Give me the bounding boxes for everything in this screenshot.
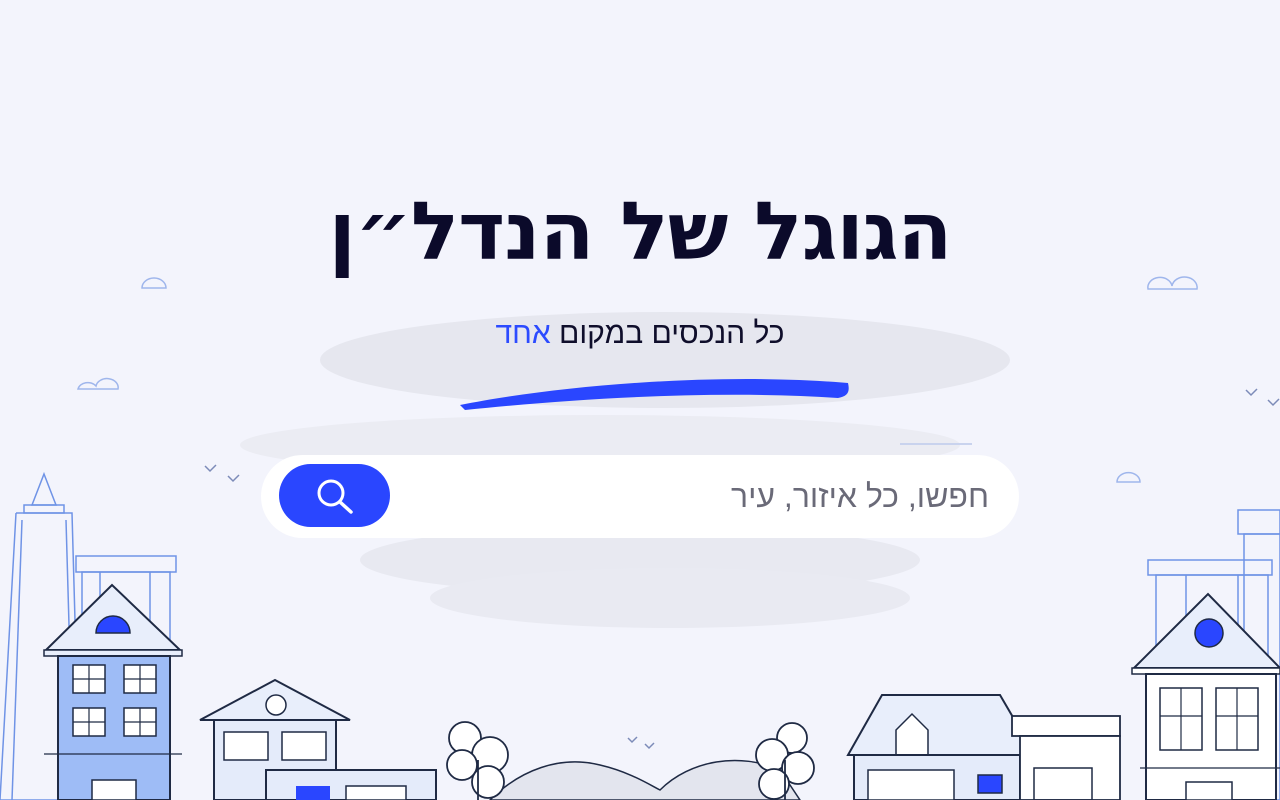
left-house (43, 583, 183, 800)
right-house (1131, 592, 1280, 800)
search-bar (261, 455, 1019, 538)
cloud-blob (430, 568, 910, 628)
hero-subtitle: כל הנכסים במקום אחד (0, 314, 1280, 354)
right-middle-house (846, 694, 1121, 800)
search-input[interactable] (429, 455, 989, 538)
background-illustration (0, 276, 1280, 800)
middle-left-house (199, 678, 437, 800)
hill (488, 759, 801, 800)
hero-title: הגוגל של הנדל״ן (328, 185, 953, 278)
search-icon (317, 479, 353, 514)
subtitle-text: כל הנכסים במקום (559, 317, 785, 350)
subtitle-accent: אחד (495, 317, 551, 350)
search-button[interactable] (279, 464, 390, 527)
